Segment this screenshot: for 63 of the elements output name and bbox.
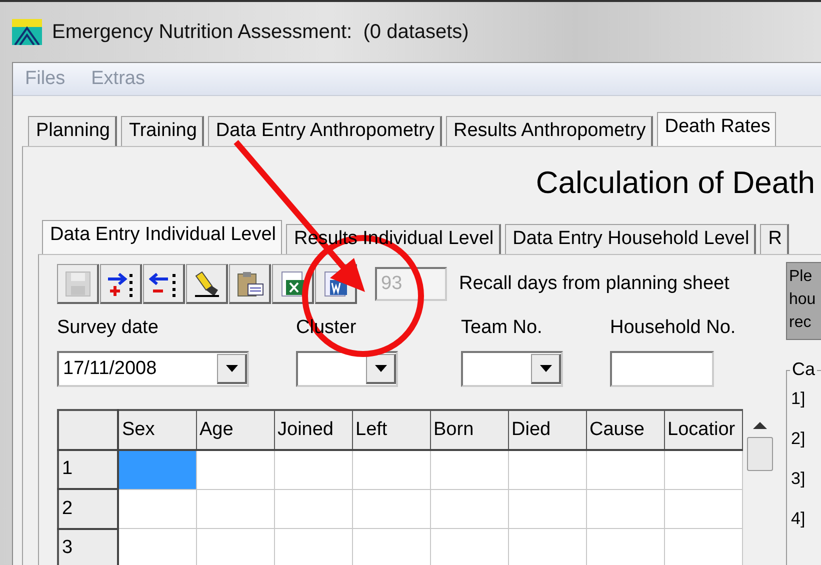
column-header: Died	[508, 410, 586, 450]
dropdown[interactable]: 17/11/2008	[57, 351, 249, 387]
tab[interactable]: Planning	[28, 116, 117, 146]
row-header: 2	[58, 489, 118, 528]
table-cell[interactable]	[352, 489, 430, 528]
toolbar-button[interactable]	[100, 264, 142, 304]
table-cell[interactable]	[274, 489, 352, 528]
table-cell[interactable]	[196, 489, 274, 528]
item-label: 3]	[790, 469, 806, 490]
tab[interactable]: Data Entry Anthropometry	[208, 116, 442, 146]
scroll-up-icon[interactable]	[753, 421, 768, 431]
table-cell[interactable]	[508, 450, 586, 489]
column-header: Locatior	[664, 410, 742, 450]
tab[interactable]: Results Anthropometry	[446, 116, 653, 146]
info-text: hou	[789, 290, 817, 310]
column-header: Born	[430, 410, 508, 450]
app-icon	[12, 19, 42, 45]
table-cell[interactable]	[118, 489, 196, 528]
dropdown-arrow-icon	[226, 365, 238, 372]
column-header: Left	[352, 410, 430, 450]
table-cell[interactable]	[586, 489, 664, 528]
table-cell[interactable]	[508, 489, 586, 528]
table-cell[interactable]	[664, 489, 742, 528]
table-cell[interactable]	[352, 450, 430, 489]
item-label: 4]	[790, 509, 806, 530]
dropdown-arrow-icon	[540, 365, 552, 372]
table-cell[interactable]	[118, 450, 196, 489]
item-label: 2]	[790, 429, 806, 450]
toolbar-button[interactable]	[143, 264, 185, 304]
column-header: Age	[196, 410, 274, 450]
table-cell[interactable]	[586, 450, 664, 489]
clipboard-icon	[234, 270, 264, 298]
dropdown[interactable]	[296, 351, 398, 387]
table-cell[interactable]	[274, 450, 352, 489]
table-cell[interactable]	[196, 450, 274, 489]
tab[interactable]: Training	[120, 116, 204, 146]
tab[interactable]: Data Entry Household Level	[504, 224, 756, 254]
field-label: Recall days from planning sheet	[459, 273, 730, 295]
toolbar-button[interactable]	[229, 264, 271, 304]
dropdown[interactable]	[461, 351, 563, 387]
window-title: Emergency Nutrition Assessment: (0 datasets)	[52, 20, 469, 44]
table-cell[interactable]	[430, 450, 508, 489]
row-header: 3	[58, 528, 118, 565]
dropdown-arrow-icon	[374, 365, 386, 372]
row-header: 1	[58, 450, 118, 489]
field-label: Household No.	[610, 317, 736, 340]
input-field[interactable]	[610, 351, 714, 387]
column-header: Sex	[118, 410, 196, 450]
tab[interactable]: Data Entry Individual Level	[42, 220, 282, 254]
page-title: Calculation of Death	[534, 165, 816, 202]
field-label: Survey date	[57, 317, 158, 340]
tab[interactable]: R	[760, 224, 789, 254]
table-cell[interactable]	[664, 450, 742, 489]
column-header: Cause	[586, 410, 664, 450]
info-text: Ple	[789, 267, 814, 287]
field-label: Team No.	[461, 317, 542, 340]
tab[interactable]: Death Rates	[656, 112, 776, 146]
scrollbar-thumb[interactable]	[747, 437, 774, 471]
toolbar-button[interactable]	[186, 264, 228, 304]
table-cell[interactable]	[430, 489, 508, 528]
column-header: Joined	[274, 410, 352, 450]
item-label: 1]	[790, 389, 806, 410]
info-text: rec	[789, 313, 812, 333]
